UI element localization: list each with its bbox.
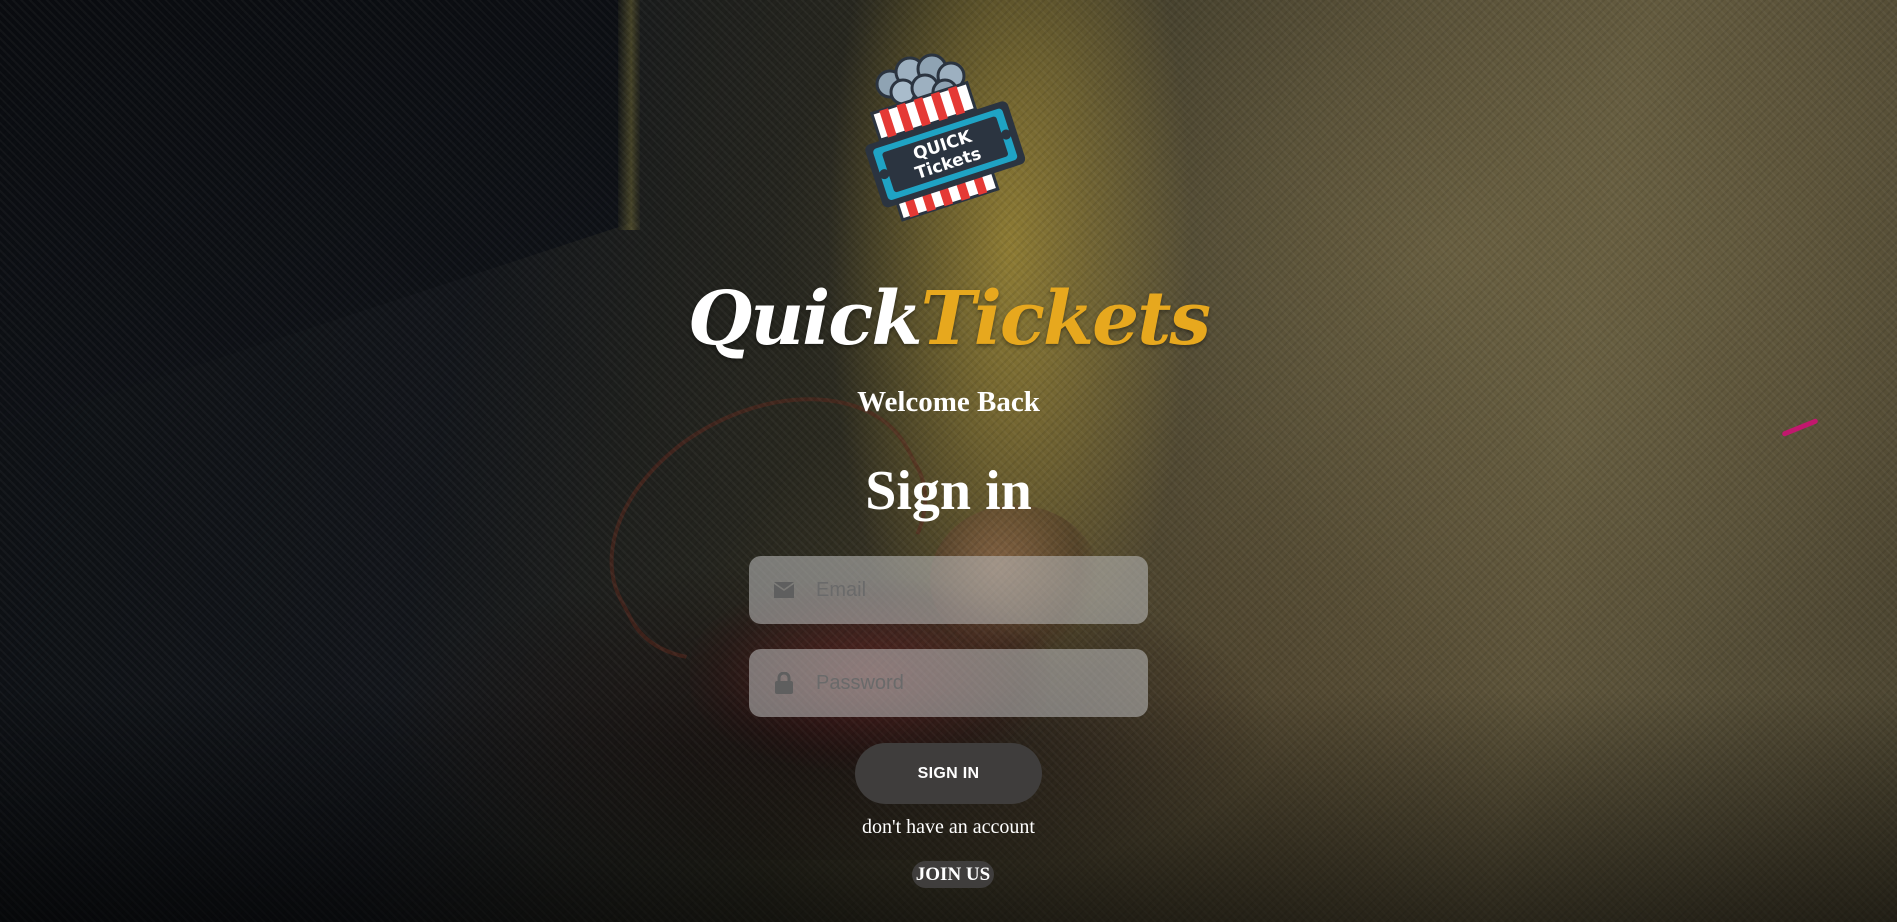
background-door-edge [618,0,640,230]
email-field[interactable] [749,555,1148,625]
password-field[interactable] [749,648,1148,718]
lock-icon [773,672,795,694]
decorative-pink-mark [1781,418,1819,437]
brand-part-quick: Quick [687,276,923,362]
quick-tickets-logo-icon: QUICK Tickets [865,53,1025,222]
welcome-heading: Welcome Back [857,386,1040,418]
background-door [0,0,640,430]
email-input[interactable] [814,555,1148,625]
login-page: QUICK Tickets QuickTickets Welcome Back … [0,0,1897,922]
envelope-icon [773,579,795,601]
sign-in-button[interactable]: SIGN IN [855,743,1042,804]
signin-title: Sign in [865,460,1032,522]
password-input[interactable] [814,648,1148,718]
brand-wordmark: QuickTickets [0,282,1897,356]
no-account-text: don't have an account [862,816,1035,838]
join-us-button[interactable]: JOIN US [912,861,994,888]
brand-part-tickets: Tickets [920,276,1211,362]
